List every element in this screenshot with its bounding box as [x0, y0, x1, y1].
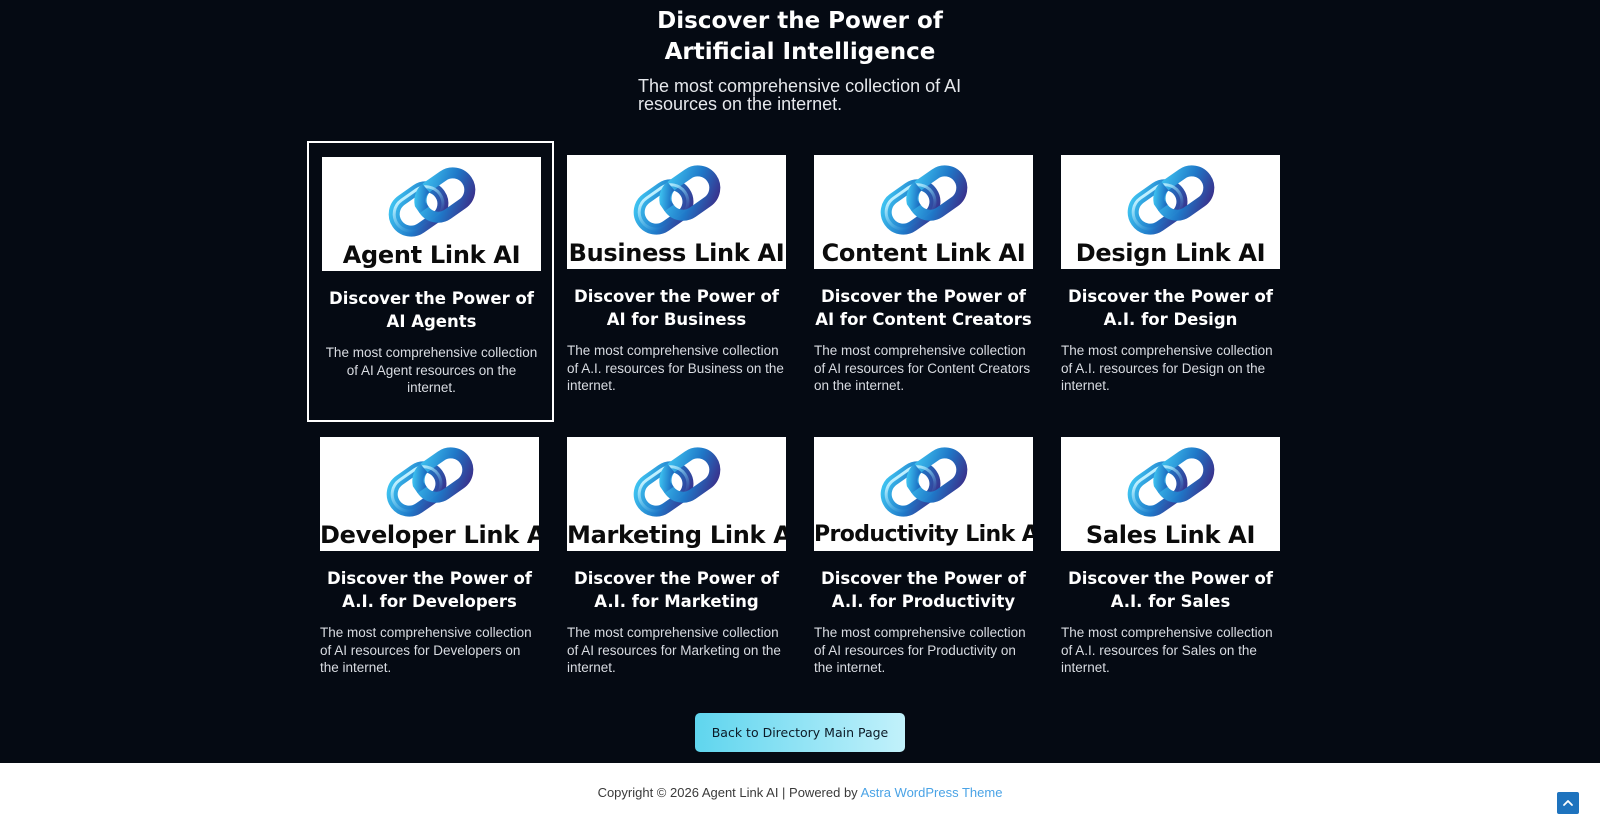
chain-link-icon [1127, 165, 1214, 235]
logo-text: Marketing Link AI [567, 521, 786, 549]
back-to-directory-button[interactable]: Back to Directory Main Page [695, 713, 905, 752]
card-title[interactable]: Discover the Power of AI Agents [322, 288, 541, 333]
card-description: The most comprehensive collection of AI … [567, 625, 781, 676]
card-title[interactable]: Discover the Power of A.I. for Productiv… [814, 568, 1033, 613]
hero-title: Discover the Power of Artificial Intelli… [0, 6, 1600, 68]
card-logo[interactable]: Content Link AI [814, 155, 1033, 269]
logo-text: Productivity Link AI [814, 522, 1033, 547]
chain-link-icon [1127, 447, 1214, 517]
card-title[interactable]: Discover the Power of A.I. for Sales [1061, 568, 1280, 613]
card-agent-link-ai[interactable]: Agent Link AI Discover the Power of AI A… [307, 141, 554, 422]
card-logo[interactable]: Sales Link AI [1061, 437, 1280, 551]
card-logo[interactable]: Productivity Link AI [814, 437, 1033, 551]
astra-theme-link[interactable]: Astra WordPress Theme [861, 785, 1003, 800]
card-title[interactable]: Discover the Power of A.I. for Design [1061, 286, 1280, 331]
card-logo[interactable]: Business Link AI [567, 155, 786, 269]
card-description: The most comprehensive collection of AI … [814, 343, 1031, 394]
card-title[interactable]: Discover the Power of AI for Business [567, 286, 786, 331]
card-logo[interactable]: Developer Link AI [320, 437, 539, 551]
logo-text: Sales Link AI [1085, 521, 1256, 549]
logo-text: Design Link AI [1075, 239, 1266, 267]
chain-link-icon [388, 167, 475, 237]
card-business-link-ai[interactable]: Business Link AI Discover the Power of A… [567, 155, 814, 436]
card-productivity-link-ai[interactable]: Productivity Link AI Discover the Power … [814, 437, 1061, 718]
card-description: The most comprehensive collection of AI … [814, 625, 1026, 676]
scroll-to-top-button[interactable] [1557, 792, 1579, 814]
hero-title-line-2: Artificial Intelligence [664, 39, 936, 65]
card-marketing-link-ai[interactable]: Marketing Link AI Discover the Power of … [567, 437, 814, 718]
card-title[interactable]: Discover the Power of A.I. for Marketing [567, 568, 786, 613]
card-design-link-ai[interactable]: Design Link AI Discover the Power of A.I… [1061, 155, 1308, 436]
chain-link-icon [386, 447, 473, 517]
directory-section: Discover the Power of Artificial Intelli… [0, 0, 1600, 763]
card-description: The most comprehensive collection of A.I… [567, 343, 784, 394]
chain-link-icon [633, 447, 720, 517]
site-footer: Copyright © 2026 Agent Link AI | Powered… [0, 763, 1600, 835]
chain-link-icon [633, 165, 720, 235]
card-logo[interactable]: Marketing Link AI [567, 437, 786, 551]
logo-text: Developer Link AI [320, 521, 539, 549]
card-title[interactable]: Discover the Power of A.I. for Developer… [320, 568, 539, 613]
logo-text: Content Link AI [821, 239, 1026, 267]
card-sales-link-ai[interactable]: Sales Link AI Discover the Power of A.I.… [1061, 437, 1308, 718]
card-title[interactable]: Discover the Power of AI for Content Cre… [814, 286, 1033, 331]
card-developer-link-ai[interactable]: Developer Link AI Discover the Power of … [320, 437, 567, 718]
card-description: The most comprehensive collection of AI … [320, 625, 532, 676]
card-description: The most comprehensive collection of AI … [325, 345, 538, 396]
card-logo[interactable]: Agent Link AI [322, 157, 541, 271]
chain-link-icon [880, 447, 967, 517]
card-content-link-ai[interactable]: Content Link AI Discover the Power of AI… [814, 155, 1061, 436]
chevron-up-icon [1563, 800, 1573, 806]
hero-subtitle: The most comprehensive collection of AI … [638, 76, 962, 114]
card-description: The most comprehensive collection of A.I… [1061, 625, 1273, 676]
copyright-text: Copyright © 2026 Agent Link AI | Powered… [0, 785, 1600, 800]
logo-text: Business Link AI [568, 239, 785, 267]
hero-title-line-1: Discover the Power of [657, 8, 943, 34]
chain-link-icon [880, 165, 967, 235]
card-description: The most comprehensive collection of A.I… [1061, 343, 1273, 394]
logo-text: Agent Link AI [342, 241, 521, 269]
copyright-label: Copyright © 2026 Agent Link AI | Powered… [597, 785, 861, 800]
card-logo[interactable]: Design Link AI [1061, 155, 1280, 269]
